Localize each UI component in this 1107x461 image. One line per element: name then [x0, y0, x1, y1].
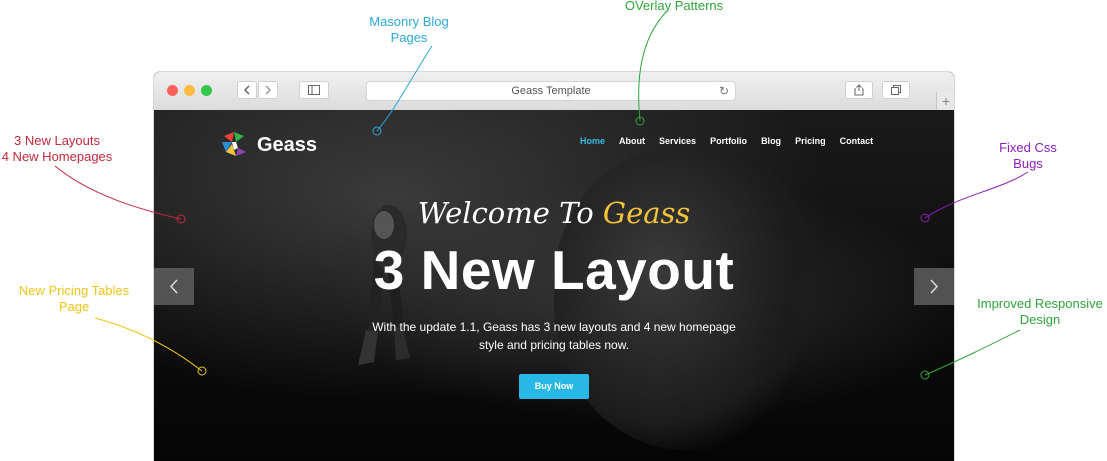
hero-subtitle-line: style and pricing tables now.: [478, 338, 630, 352]
hero-subtitle: With the update 1.1, Geass has 3 new lay…: [344, 318, 764, 354]
annotation-text: Design: [1019, 312, 1061, 327]
tabs-icon: [891, 85, 901, 95]
annotation-text: Fixed Css: [999, 140, 1057, 155]
address-bar[interactable]: Geass Template ↻: [366, 81, 736, 101]
minimize-window-button[interactable]: [184, 85, 195, 96]
chevron-left-icon: [169, 279, 178, 294]
browser-toolbar: Geass Template ↻ +: [154, 72, 954, 111]
logo-text: Geass: [257, 133, 318, 156]
site-nav: Home About Services Portfolio Blog Prici…: [580, 136, 873, 146]
annotation-fixed-css: Fixed Css Bugs: [996, 140, 1060, 172]
nav-item-about[interactable]: About: [619, 136, 645, 146]
annotation-text: OVerlay Patterns: [624, 0, 724, 13]
annotation-text: Bugs: [1013, 156, 1043, 171]
chevron-left-icon: [243, 85, 250, 95]
chevron-right-icon: [930, 279, 939, 294]
annotation-new-layouts: 3 New Layouts 4 New Homepages: [0, 133, 114, 165]
annotation-masonry-blog: Masonry Blog Pages: [352, 14, 466, 46]
new-tab-button[interactable]: +: [936, 92, 954, 110]
page-title: Geass Template: [511, 85, 591, 97]
zoom-window-button[interactable]: [201, 85, 212, 96]
share-icon: [854, 84, 864, 96]
nav-item-home[interactable]: Home: [580, 136, 605, 146]
nav-item-portfolio[interactable]: Portfolio: [710, 136, 747, 146]
annotation-text: Pages: [390, 30, 428, 45]
chevron-right-icon: [265, 85, 272, 95]
site-logo[interactable]: Geass: [220, 130, 317, 160]
reload-icon[interactable]: ↻: [719, 84, 729, 98]
hero-headline: 3 New Layout: [373, 239, 735, 301]
annotation-responsive-design: Improved Responsive Design: [970, 296, 1107, 328]
back-button[interactable]: [237, 81, 257, 99]
buy-now-button[interactable]: Buy Now: [519, 374, 589, 399]
welcome-prefix: Welcome To: [417, 196, 594, 230]
forward-button[interactable]: [258, 81, 278, 99]
hero-section: Geass Home About Services Portfolio Blog…: [154, 110, 954, 461]
annotation-overlay-patterns: OVerlay Patterns: [606, 0, 742, 14]
annotation-text: Masonry Blog: [369, 14, 449, 29]
annotation-text: 4 New Homepages: [1, 149, 113, 164]
annotation-text: New Pricing Tables: [18, 283, 130, 298]
slider-prev-button[interactable]: [154, 268, 194, 305]
sidebar-button[interactable]: [299, 81, 329, 99]
geass-logo-icon: [222, 132, 246, 156]
close-window-button[interactable]: [167, 85, 178, 96]
nav-item-contact[interactable]: Contact: [840, 136, 874, 146]
annotation-text: Improved Responsive: [977, 296, 1103, 311]
annotation-text: 3 New Layouts: [14, 133, 100, 148]
annotation-text: Page: [58, 299, 90, 314]
nav-item-pricing[interactable]: Pricing: [795, 136, 826, 146]
welcome-accent: Geass: [602, 196, 691, 230]
nav-item-blog[interactable]: Blog: [761, 136, 781, 146]
tabs-button[interactable]: [882, 81, 910, 99]
slider-next-button[interactable]: [914, 268, 954, 305]
welcome-heading: Welcome To Geass: [154, 196, 954, 230]
annotation-pricing-tables: New Pricing Tables Page: [8, 283, 140, 315]
nav-item-services[interactable]: Services: [659, 136, 696, 146]
share-button[interactable]: [845, 81, 873, 99]
sidebar-icon: [308, 85, 320, 95]
browser-window: Geass Template ↻ + Geass Home About Serv…: [154, 72, 954, 461]
hero-subtitle-line: With the update 1.1, Geass has 3 new lay…: [372, 320, 736, 334]
